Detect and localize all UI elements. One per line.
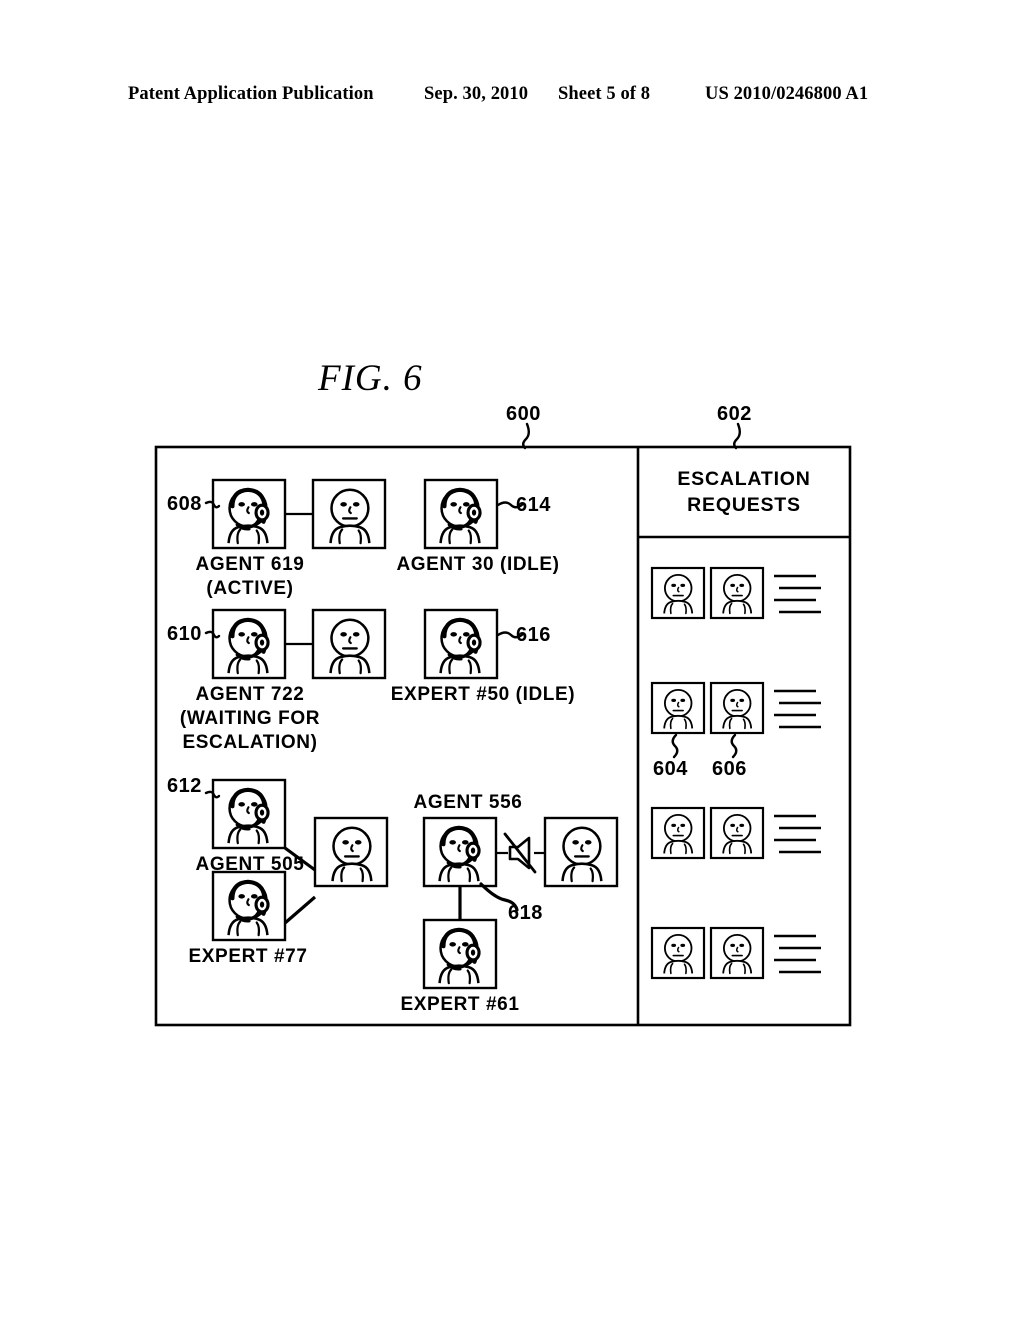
customer-person-icon — [722, 933, 753, 975]
ref-608-label: 608 — [167, 493, 202, 515]
customer-person-icon — [663, 573, 694, 615]
agent-headset-icon — [229, 790, 268, 843]
ref-604-label: 604 — [653, 758, 688, 780]
agent-headset-icon — [229, 620, 268, 673]
ref-614-label: 614 — [516, 494, 551, 516]
ref-616-label: 616 — [516, 624, 551, 646]
customer-person-icon — [561, 826, 603, 883]
ref-602-label: 602 — [717, 403, 752, 425]
expert-headset-icon — [440, 930, 479, 983]
agent-headset-icon — [229, 490, 268, 543]
customer-person-icon — [663, 813, 694, 855]
ref-610-label: 610 — [167, 623, 202, 645]
patent-page: Patent Application Publication Sep. 30, … — [0, 0, 1024, 1320]
ref-600-leader — [522, 422, 530, 450]
expert-headset-icon — [441, 620, 480, 673]
agent-headset-icon — [440, 828, 479, 881]
session-619-agent-label: AGENT 619 — [196, 554, 305, 575]
ref-606-label: 606 — [712, 758, 747, 780]
session-722-agent-label: AGENT 722 — [196, 684, 305, 705]
customer-person-icon — [329, 618, 371, 675]
escalation-panel-title-line-2: REQUESTS — [687, 494, 801, 516]
ref-618-label: 618 — [508, 902, 543, 924]
session-556-expert-label: EXPERT #61 — [401, 994, 520, 1015]
session-556-agent-label: AGENT 556 — [414, 792, 523, 813]
session-505-expert-label: EXPERT #77 — [189, 946, 308, 967]
idle-agent-30-label: AGENT 30 (IDLE) — [396, 554, 559, 575]
session-619-status-label: (ACTIVE) — [206, 578, 293, 599]
session-722-status-label-2: ESCALATION) — [182, 732, 317, 753]
customer-person-icon — [331, 826, 373, 883]
ref-612-label: 612 — [167, 775, 202, 797]
escalation-panel-title-line-1: ESCALATION — [677, 468, 810, 490]
customer-person-icon — [663, 688, 694, 730]
customer-person-icon — [663, 933, 694, 975]
figure-6-drawing: 600 602 608 AGENT 619 (ACTIVE) 614 AGENT… — [154, 403, 852, 1027]
agent-headset-icon — [441, 490, 480, 543]
idle-expert-50-label: EXPERT #50 (IDLE) — [391, 684, 575, 705]
customer-person-icon — [722, 813, 753, 855]
customer-person-icon — [722, 573, 753, 615]
expert-headset-icon — [229, 882, 268, 935]
customer-person-icon — [722, 688, 753, 730]
customer-person-icon — [329, 488, 371, 545]
ref-602-leader — [733, 422, 741, 450]
session-722-status-label: (WAITING FOR — [180, 708, 320, 729]
ref-600-label: 600 — [506, 403, 541, 425]
